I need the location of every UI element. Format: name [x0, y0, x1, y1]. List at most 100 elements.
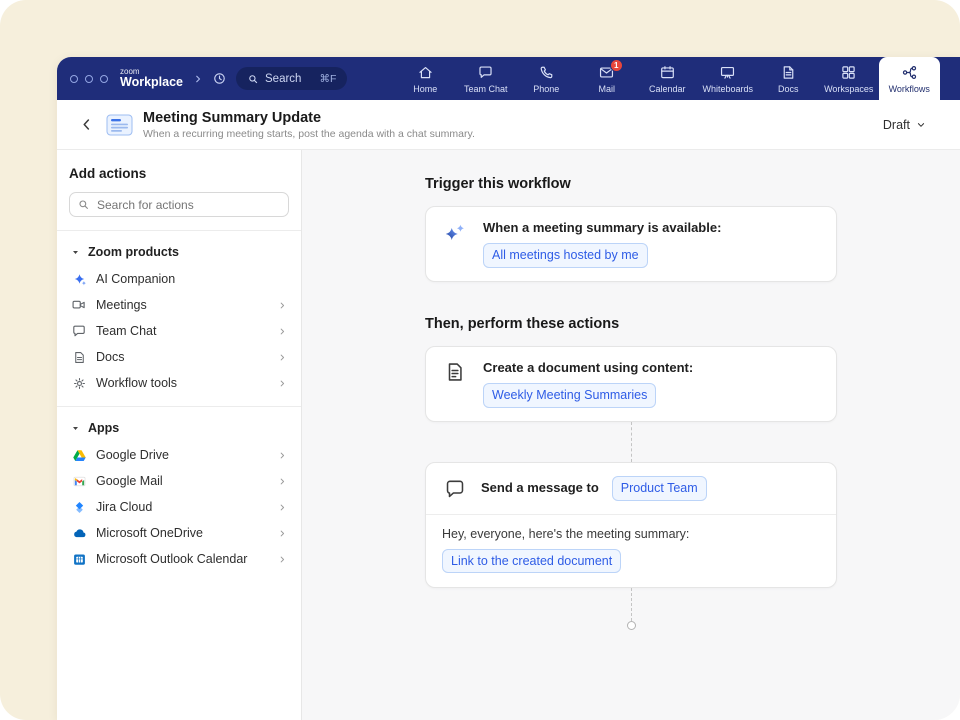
document-icon: [442, 361, 468, 383]
action-text: Create a document using content:: [483, 359, 693, 377]
nav-item-docs[interactable]: Docs: [758, 57, 819, 100]
section-apps[interactable]: Apps: [69, 415, 289, 442]
chevron-right-icon: [278, 503, 287, 512]
docs-icon: [780, 64, 797, 81]
actions-sidebar: Add actions Zoom products AI Companion: [57, 150, 302, 720]
nav-items: Home Team Chat Phone Mail 1 Calend: [395, 57, 960, 100]
app-window: zoom Workplace Search ⌘F: [57, 57, 960, 720]
window-close-icon[interactable]: [70, 75, 78, 83]
add-step-node[interactable]: [627, 621, 636, 630]
chat-icon: [71, 323, 87, 339]
sidebar-item-google-mail[interactable]: Google Mail: [69, 468, 289, 494]
chevron-down-icon: [916, 120, 926, 130]
home-icon: [417, 64, 434, 81]
nav-item-home[interactable]: Home: [395, 57, 456, 100]
nav-item-phone[interactable]: Phone: [516, 57, 577, 100]
back-button[interactable]: [75, 113, 98, 136]
message-icon: [442, 478, 468, 500]
workflow-canvas: Trigger this workflow When a meeting sum…: [302, 150, 960, 720]
workspaces-icon: [840, 64, 857, 81]
workflows-icon: [901, 64, 918, 81]
sidebar-title: Add actions: [69, 166, 289, 181]
window-zoom-icon[interactable]: [100, 75, 108, 83]
docs-icon: [71, 349, 87, 365]
google-drive-icon: [71, 447, 87, 463]
action-card-create-document[interactable]: Create a document using content: Weekly …: [425, 346, 837, 422]
sidebar-item-google-drive[interactable]: Google Drive: [69, 442, 289, 468]
chevron-right-icon: [278, 301, 287, 310]
window-controls[interactable]: [70, 75, 108, 83]
top-navbar: zoom Workplace Search ⌘F: [57, 57, 960, 100]
nav-item-more[interactable]: More: [940, 57, 960, 100]
window-minimize-icon[interactable]: [85, 75, 93, 83]
sidebar-item-ai-companion[interactable]: AI Companion: [69, 266, 289, 292]
trigger-scope-chip[interactable]: All meetings hosted by me: [483, 243, 648, 268]
nav-item-team-chat[interactable]: Team Chat: [456, 57, 517, 100]
trigger-text: When a meeting summary is available:: [483, 219, 721, 237]
status-dropdown[interactable]: Draft: [875, 113, 934, 137]
chevron-right-icon: [278, 451, 287, 460]
chevron-right-icon: [278, 327, 287, 336]
brand-zoom: zoom: [120, 68, 183, 76]
workflow-connector: [631, 422, 632, 462]
actions-search-input[interactable]: [69, 192, 289, 217]
brand-workplace: Workplace: [120, 76, 183, 89]
divider: [57, 406, 301, 407]
section-zoom-products[interactable]: Zoom products: [69, 239, 289, 266]
document-content-chip[interactable]: Weekly Meeting Summaries: [483, 383, 656, 408]
sidebar-item-docs[interactable]: Docs: [69, 344, 289, 370]
nav-item-calendar[interactable]: Calendar: [637, 57, 698, 100]
meetings-icon: [71, 297, 87, 313]
chevron-right-icon[interactable]: [193, 74, 203, 84]
search-icon: [77, 198, 90, 211]
recipient-chip[interactable]: Product Team: [612, 476, 707, 501]
workflow-header: Meeting Summary Update When a recurring …: [57, 100, 960, 150]
nav-item-workspaces[interactable]: Workspaces: [819, 57, 880, 100]
ai-sparkle-icon: [442, 221, 468, 247]
actions-heading: Then, perform these actions: [425, 316, 837, 332]
jira-cloud-icon: [71, 499, 87, 515]
message-body-text: Hey, everyone, here's the meeting summar…: [442, 527, 820, 541]
page-title: Meeting Summary Update: [143, 110, 475, 126]
sidebar-item-workflow-tools[interactable]: Workflow tools: [69, 370, 289, 396]
workflow-connector: [631, 588, 632, 621]
nav-item-mail[interactable]: Mail 1: [577, 57, 638, 100]
whiteboard-icon: [719, 64, 736, 81]
screen-frame: zoom Workplace Search ⌘F: [0, 0, 960, 720]
gear-icon: [71, 375, 87, 391]
divider: [57, 230, 301, 231]
trigger-card[interactable]: When a meeting summary is available: All…: [425, 206, 837, 282]
phone-icon: [538, 64, 555, 81]
workflow-thumbnail-icon: [106, 113, 133, 137]
action-card-send-message[interactable]: Send a message to Product Team Hey, ever…: [425, 462, 837, 589]
search-shortcut: ⌘F: [319, 73, 336, 85]
chevron-right-icon: [278, 379, 287, 388]
sidebar-item-microsoft-onedrive[interactable]: Microsoft OneDrive: [69, 520, 289, 546]
sidebar-item-team-chat[interactable]: Team Chat: [69, 318, 289, 344]
document-link-chip[interactable]: Link to the created document: [442, 549, 621, 574]
google-mail-icon: [71, 473, 87, 489]
global-search[interactable]: Search ⌘F: [236, 67, 347, 90]
send-message-text: Send a message to: [481, 479, 599, 497]
caret-down-icon: [71, 248, 80, 257]
search-label: Search: [265, 73, 301, 85]
chevron-right-icon: [278, 353, 287, 362]
actions-search: [69, 192, 289, 217]
trigger-heading: Trigger this workflow: [425, 176, 837, 192]
chat-icon: [477, 64, 494, 81]
caret-down-icon: [71, 424, 80, 433]
outlook-calendar-icon: [71, 551, 87, 567]
nav-item-workflows[interactable]: Workflows: [879, 57, 940, 100]
history-icon[interactable]: [212, 71, 227, 86]
nav-item-whiteboards[interactable]: Whiteboards: [698, 57, 759, 100]
status-badge: Draft: [883, 118, 910, 132]
sidebar-item-jira-cloud[interactable]: Jira Cloud: [69, 494, 289, 520]
calendar-icon: [659, 64, 676, 81]
chevron-right-icon: [278, 555, 287, 564]
mail-badge: 1: [610, 59, 623, 72]
sidebar-item-microsoft-outlook-calendar[interactable]: Microsoft Outlook Calendar: [69, 546, 289, 572]
search-icon: [247, 73, 259, 85]
ai-companion-icon: [71, 271, 87, 287]
sidebar-item-meetings[interactable]: Meetings: [69, 292, 289, 318]
chevron-right-icon: [278, 477, 287, 486]
